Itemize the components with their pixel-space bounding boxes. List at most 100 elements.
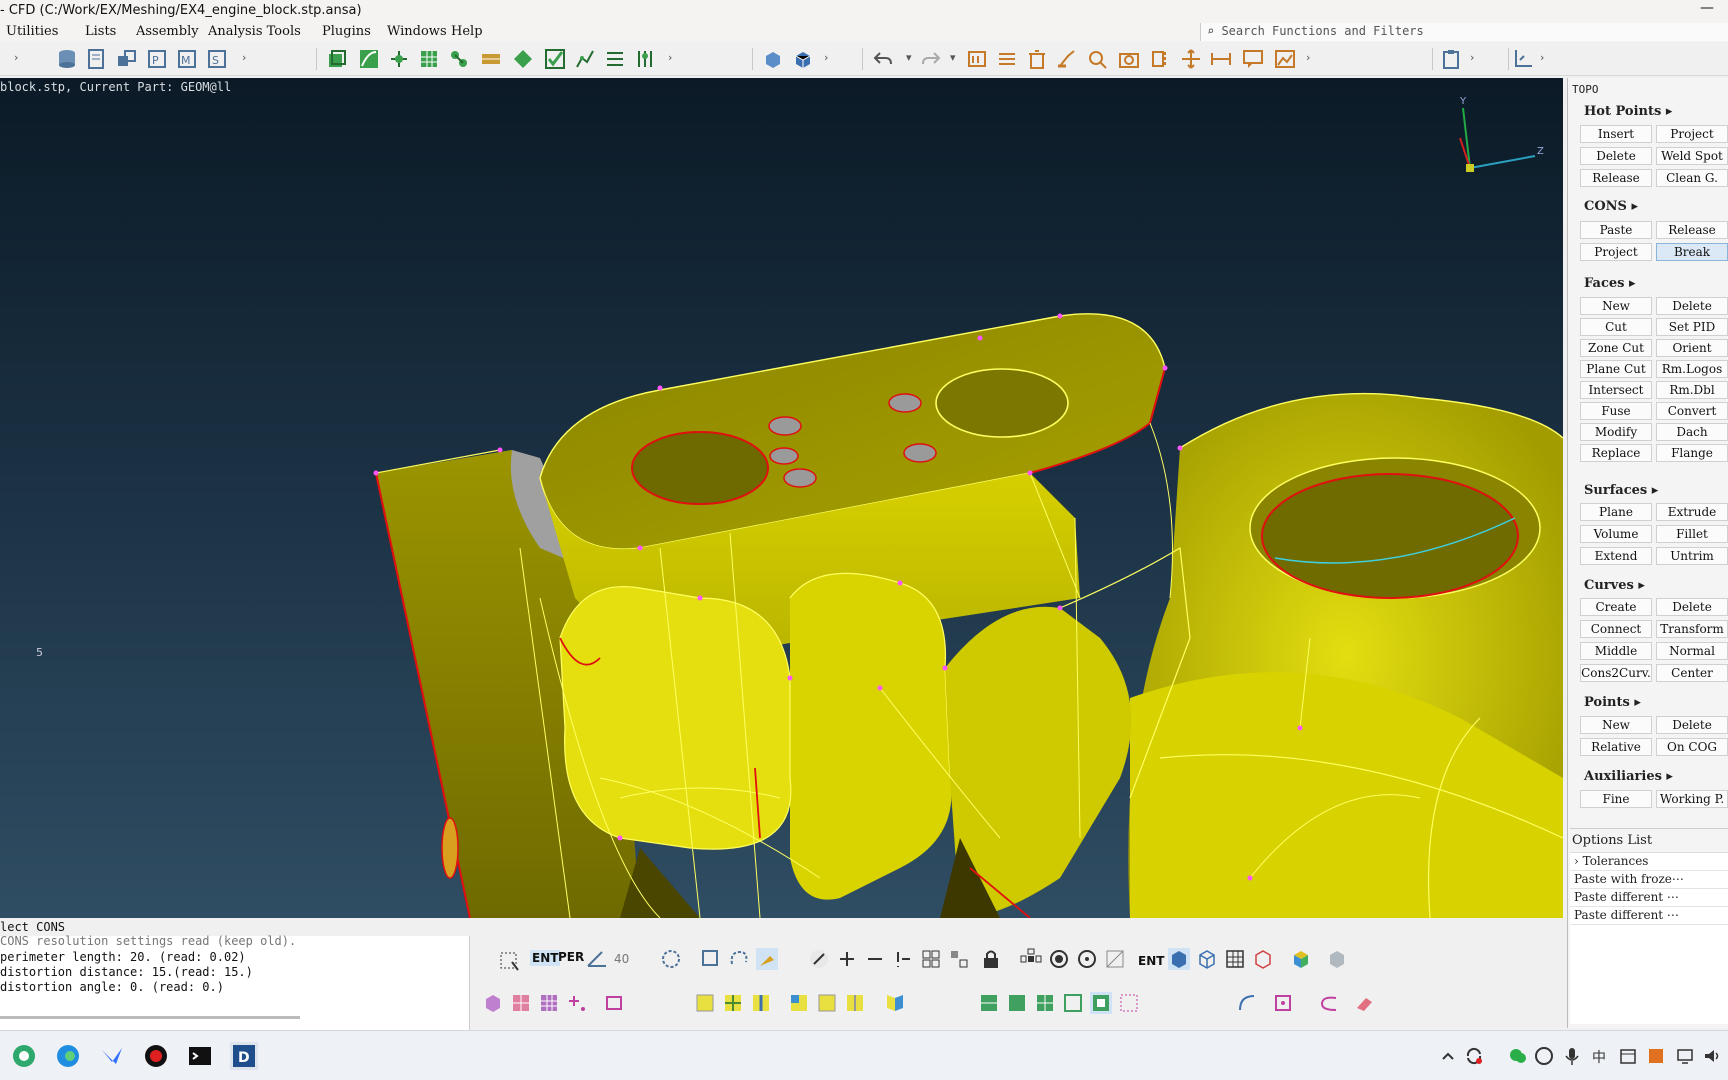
terminal-icon[interactable] <box>186 1042 214 1070</box>
faces-intersect-button[interactable]: Intersect <box>1580 381 1652 399</box>
faces-fuse-button[interactable]: Fuse <box>1580 402 1652 420</box>
toolbar-expand-icon[interactable]: › <box>1470 51 1474 64</box>
face-corner-icon[interactable] <box>788 992 810 1014</box>
faces-dach-button[interactable]: Dach <box>1656 423 1728 441</box>
surfaces-volume-button[interactable]: Volume <box>1580 525 1652 543</box>
surfaces-extend-button[interactable]: Extend <box>1580 547 1652 565</box>
hatch-icon[interactable] <box>480 48 502 70</box>
menu-help[interactable]: Help <box>451 24 483 39</box>
faces-new-button[interactable]: New <box>1580 297 1652 315</box>
grid-icon[interactable] <box>920 948 942 970</box>
shaded-cube-icon[interactable] <box>1168 948 1190 970</box>
ansa-app-icon[interactable]: D <box>230 1042 258 1070</box>
faces-convert-button[interactable]: Convert <box>1656 402 1728 420</box>
surfaces-fillet-button[interactable]: Fillet <box>1656 525 1728 543</box>
axis-grid-icon[interactable] <box>1512 48 1534 70</box>
target-icon[interactable] <box>1048 948 1070 970</box>
points-delete-button[interactable]: Delete <box>1656 716 1728 734</box>
box-select-icon[interactable] <box>498 950 520 972</box>
solid-grid-icon[interactable] <box>538 992 560 1014</box>
hot-points-release-button[interactable]: Release <box>1580 169 1652 187</box>
cons-break-button[interactable]: Break <box>1656 243 1728 261</box>
cons-project-button[interactable]: Project <box>1580 243 1652 261</box>
lock-icon[interactable] <box>980 948 1002 970</box>
toolbar-expand-icon[interactable]: › <box>14 51 18 64</box>
option-paste-different[interactable]: Paste different ⋯ <box>1570 889 1728 907</box>
angle-value[interactable]: 40 <box>614 952 629 966</box>
faces-plane-cut-button[interactable]: Plane Cut <box>1580 360 1652 378</box>
macro-selected-icon[interactable] <box>1090 992 1112 1014</box>
zoom-icon[interactable] <box>1086 48 1108 70</box>
remove-icon[interactable] <box>864 948 886 970</box>
hot-points-delete-button[interactable]: Delete <box>1580 147 1652 165</box>
aux-fine-button[interactable]: Fine <box>1580 790 1652 808</box>
option-paste-different[interactable]: Paste different ⋯ <box>1570 907 1728 925</box>
undo-icon[interactable] <box>872 48 894 70</box>
diamond-icon[interactable] <box>512 48 534 70</box>
section-faces[interactable]: Faces ▸ <box>1584 276 1636 291</box>
move-icon[interactable] <box>1180 48 1202 70</box>
property-icon[interactable]: P <box>146 48 168 70</box>
wire-cube-icon[interactable] <box>1196 948 1218 970</box>
curves-middle-button[interactable]: Middle <box>1580 642 1652 660</box>
circle-select-icon[interactable] <box>660 948 682 970</box>
color-cube-icon[interactable] <box>1290 948 1312 970</box>
face-select-icon[interactable] <box>694 992 716 1014</box>
package-icon[interactable] <box>1326 948 1348 970</box>
clipboard-icon[interactable] <box>1440 48 1462 70</box>
macro-grid-icon[interactable] <box>1034 992 1056 1014</box>
aux-working-plane-button[interactable]: Working P. <box>1656 790 1728 808</box>
points-on-cog-button[interactable]: On COG <box>1656 738 1728 756</box>
hot-points-insert-button[interactable]: Insert <box>1580 125 1652 143</box>
microphone-icon[interactable] <box>1562 1046 1582 1066</box>
points-relative-button[interactable]: Relative <box>1580 738 1652 756</box>
faces-rm-dbl-button[interactable]: Rm.Dbl <box>1656 381 1728 399</box>
faces-orient-button[interactable]: Orient <box>1656 339 1728 357</box>
measure-icon[interactable] <box>1210 48 1232 70</box>
faces-rm-logos-button[interactable]: Rm.Logos <box>1656 360 1728 378</box>
add-icon[interactable] <box>836 948 858 970</box>
console-scrollbar[interactable] <box>0 1016 300 1019</box>
rotate-icon[interactable] <box>1076 948 1098 970</box>
face-plain-icon[interactable] <box>816 992 838 1014</box>
curves-normal-button[interactable]: Normal <box>1656 642 1728 660</box>
neighbors-icon[interactable] <box>1020 948 1042 970</box>
volume-icon[interactable] <box>1702 1046 1722 1066</box>
ent-filter-button[interactable]: ENT <box>1138 954 1164 968</box>
point-tool-icon[interactable] <box>1272 992 1294 1014</box>
section-cons[interactable]: CONS ▸ <box>1584 199 1638 214</box>
hot-points-clean-button[interactable]: Clean G. <box>1656 169 1728 187</box>
renumber-icon[interactable] <box>996 48 1018 70</box>
option-tolerances[interactable]: › Tolerances <box>1570 853 1728 871</box>
undo-dropdown-icon[interactable]: ▾ <box>906 51 912 64</box>
connection-icon[interactable] <box>448 48 470 70</box>
menu-assembly[interactable]: Assembly <box>136 24 199 39</box>
cons-paste-button[interactable]: Paste <box>1580 221 1652 239</box>
calendar-icon[interactable] <box>1618 1046 1638 1066</box>
camera-icon[interactable] <box>1118 48 1140 70</box>
search-input[interactable]: ⌕ Search Functions and Filters <box>1200 23 1728 41</box>
annotation-icon[interactable] <box>1242 48 1264 70</box>
graphics-viewport[interactable]: block.stp, Current Part: GEOM@ll 5 Y Z <box>0 78 1563 918</box>
curve-tool-icon[interactable] <box>1236 992 1258 1014</box>
section-surfaces[interactable]: Surfaces ▸ <box>1584 483 1658 498</box>
curve-icon[interactable] <box>358 48 380 70</box>
material-icon[interactable]: M <box>176 48 198 70</box>
option-paste-frozen[interactable]: Paste with froze⋯ <box>1570 871 1728 889</box>
curves-create-button[interactable]: Create <box>1580 598 1652 616</box>
faces-cut-button[interactable]: Cut <box>1580 318 1652 336</box>
section-curves[interactable]: Curves ▸ <box>1584 578 1645 593</box>
arc-tool-icon[interactable] <box>1318 992 1340 1014</box>
minimize-button[interactable]: — <box>1700 0 1714 16</box>
surfaces-extrude-button[interactable]: Extrude <box>1656 503 1728 521</box>
shell-mesh-icon[interactable] <box>418 48 440 70</box>
faces-zone-cut-button[interactable]: Zone Cut <box>1580 339 1652 357</box>
toolbar-expand-icon[interactable]: › <box>1306 51 1310 64</box>
numbering-icon[interactable] <box>966 48 988 70</box>
menu-analysis-tools[interactable]: Analysis Tools <box>208 24 301 39</box>
line-icon[interactable] <box>808 948 830 970</box>
face-double-icon[interactable] <box>844 992 866 1014</box>
feishu-icon[interactable] <box>98 1042 126 1070</box>
hex-shape-icon[interactable] <box>1252 948 1274 970</box>
macro-alt-icon[interactable] <box>1006 992 1028 1014</box>
